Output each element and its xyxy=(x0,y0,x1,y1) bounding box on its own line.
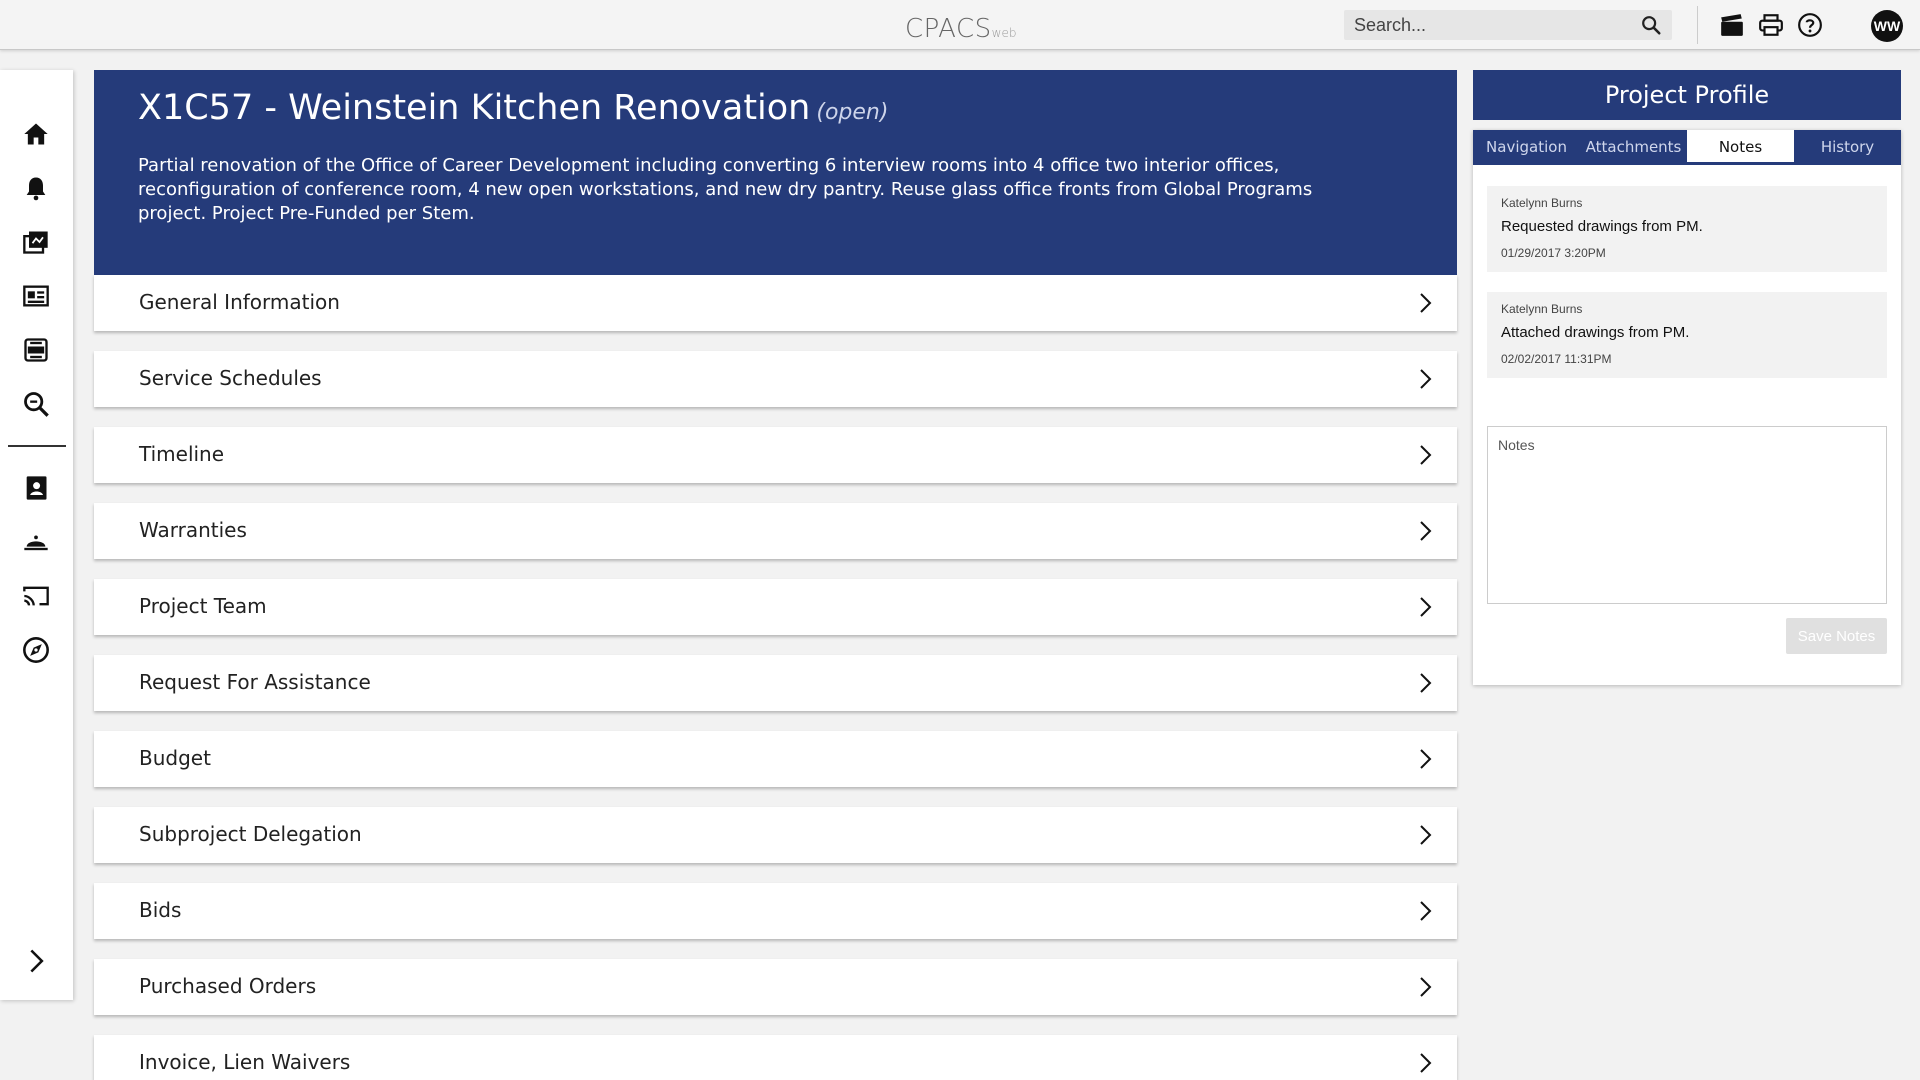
project-profile-card: Navigation Attachments Notes History Kat… xyxy=(1473,130,1901,685)
section-project-team[interactable]: Project Team xyxy=(94,579,1457,635)
section-label: Service Schedules xyxy=(139,366,322,390)
search-box xyxy=(1344,10,1672,40)
section-invoice-lien-waivers[interactable]: Invoice, Lien Waivers xyxy=(94,1035,1457,1080)
contacts-icon[interactable] xyxy=(22,474,50,502)
note-date: 02/02/2017 11:31PM xyxy=(1501,352,1612,366)
chevron-right-icon xyxy=(1420,977,1432,997)
section-label: Warranties xyxy=(139,518,247,542)
section-request-for-assistance[interactable]: Request For Assistance xyxy=(94,655,1457,711)
tab-notes[interactable]: Notes xyxy=(1687,130,1794,165)
clapperboard-icon[interactable] xyxy=(1719,12,1745,38)
logo-sub: web xyxy=(991,26,1017,40)
notes-textarea[interactable] xyxy=(1487,426,1887,604)
section-label: Invoice, Lien Waivers xyxy=(139,1050,351,1074)
chevron-right-icon xyxy=(1420,293,1432,313)
chevron-right-icon xyxy=(1420,369,1432,389)
section-subproject-delegation[interactable]: Subproject Delegation xyxy=(94,807,1457,863)
project-title: X1C57 - Weinstein Kitchen Renovation xyxy=(138,88,811,128)
chevron-right-icon xyxy=(1420,901,1432,921)
id-card-icon[interactable] xyxy=(22,282,50,310)
chevron-right-icon xyxy=(1420,445,1432,465)
expand-sidebar-icon[interactable] xyxy=(22,947,50,975)
project-description: Partial renovation of the Office of Care… xyxy=(138,155,1313,224)
project-profile-title: Project Profile xyxy=(1473,70,1901,120)
section-label: Timeline xyxy=(139,442,225,466)
note-date: 01/29/2017 3:20PM xyxy=(1501,246,1606,260)
section-general-information[interactable]: General Information xyxy=(94,275,1457,331)
section-bids[interactable]: Bids xyxy=(94,883,1457,939)
search-icon[interactable] xyxy=(1640,14,1662,36)
section-label: Project Team xyxy=(139,594,267,618)
note-text: Attached drawings from PM. xyxy=(1501,324,1690,341)
top-bar-divider xyxy=(1697,6,1698,44)
section-label: Subproject Delegation xyxy=(139,822,362,846)
note-author: Katelynn Burns xyxy=(1501,196,1583,210)
home-icon[interactable] xyxy=(22,120,50,148)
section-purchased-orders[interactable]: Purchased Orders xyxy=(94,959,1457,1015)
print-icon[interactable] xyxy=(1758,12,1784,38)
tab-attachments[interactable]: Attachments xyxy=(1580,130,1687,165)
chevron-right-icon xyxy=(1420,1053,1432,1073)
section-label: Request For Assistance xyxy=(139,670,371,694)
chevron-right-icon xyxy=(1420,521,1432,541)
note-item: Katelynn Burns Requested drawings from P… xyxy=(1487,186,1887,272)
help-icon[interactable] xyxy=(1797,12,1823,38)
logo-main: CPACS xyxy=(905,14,992,44)
compass-icon[interactable] xyxy=(22,636,50,664)
cast-icon[interactable] xyxy=(22,582,50,610)
section-label: General Information xyxy=(139,290,340,314)
profile-tabs: Navigation Attachments Notes History xyxy=(1473,130,1901,165)
left-sidebar xyxy=(0,70,73,1000)
user-avatar[interactable]: WW xyxy=(1871,10,1903,42)
zoom-search-icon[interactable] xyxy=(22,390,50,418)
section-service-schedules[interactable]: Service Schedules xyxy=(94,351,1457,407)
section-warranties[interactable]: Warranties xyxy=(94,503,1457,559)
note-author: Katelynn Burns xyxy=(1501,302,1583,316)
tab-navigation[interactable]: Navigation xyxy=(1473,130,1580,165)
tab-history[interactable]: History xyxy=(1794,130,1901,165)
bell-icon[interactable] xyxy=(22,174,50,202)
chevron-right-icon xyxy=(1420,825,1432,845)
note-item: Katelynn Burns Attached drawings from PM… xyxy=(1487,292,1887,378)
rfa-icon[interactable] xyxy=(22,336,50,364)
chevron-right-icon xyxy=(1420,749,1432,769)
section-label: Bids xyxy=(139,898,182,922)
project-title-line: X1C57 - Weinstein Kitchen Renovation (ope… xyxy=(138,88,888,128)
section-label: Budget xyxy=(139,746,211,770)
project-status: (open) xyxy=(816,100,889,125)
top-bar: CPACSweb WW xyxy=(0,0,1920,50)
app-logo[interactable]: CPACSweb xyxy=(905,14,1017,44)
section-timeline[interactable]: Timeline xyxy=(94,427,1457,483)
project-header: X1C57 - Weinstein Kitchen Renovation (ope… xyxy=(94,70,1457,275)
section-label: Purchased Orders xyxy=(139,974,317,998)
section-budget[interactable]: Budget xyxy=(94,731,1457,787)
chevron-right-icon xyxy=(1420,597,1432,617)
search-input[interactable] xyxy=(1344,10,1624,40)
save-notes-button[interactable]: Save Notes xyxy=(1786,618,1887,654)
room-service-icon[interactable] xyxy=(22,528,50,556)
sidebar-divider xyxy=(8,445,66,447)
chevron-right-icon xyxy=(1420,673,1432,693)
photo-library-icon[interactable] xyxy=(22,228,50,256)
note-text: Requested drawings from PM. xyxy=(1501,218,1703,235)
